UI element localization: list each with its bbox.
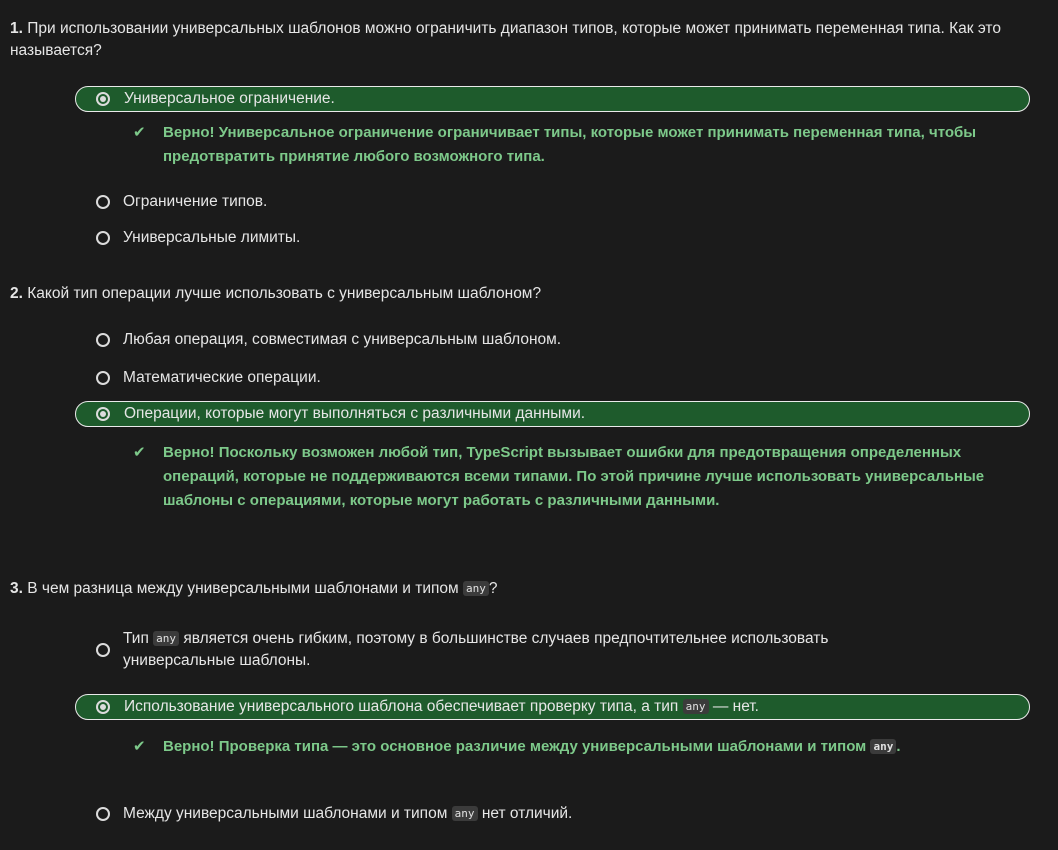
question-1-title: 1. При использовании универсальных шабло… xyxy=(10,18,1056,62)
radio-selected-icon[interactable] xyxy=(96,407,110,421)
question-3-text: В чем разница между универсальными шабло… xyxy=(27,580,463,597)
q3-option-1-label: Тип any является очень гибким, поэтому в… xyxy=(123,628,903,672)
radio-icon[interactable] xyxy=(96,807,110,821)
radio-icon[interactable] xyxy=(96,371,110,385)
radio-icon[interactable] xyxy=(96,195,110,209)
q3-option-2-text-a: Использование универсального шаблона обе… xyxy=(124,698,683,715)
code-any: any xyxy=(153,631,180,646)
q3-feedback-text: Верно! Проверка типа — это основное разл… xyxy=(133,735,1013,759)
question-2-text: Какой тип операции лучше использовать с … xyxy=(27,285,542,302)
q3-option-2[interactable]: Использование универсального шаблона обе… xyxy=(75,694,1030,720)
q1-option-2-label: Ограничение типов. xyxy=(123,193,268,210)
code-any: any xyxy=(462,581,489,596)
question-3-number: 3. xyxy=(10,580,23,597)
q1-option-1[interactable]: Универсальное ограничение. xyxy=(75,86,1030,112)
radio-icon[interactable] xyxy=(96,333,110,347)
q1-option-3[interactable]: Универсальные лимиты. xyxy=(75,225,1025,251)
code-any: any xyxy=(870,739,897,754)
q3-feedback-text-b: . xyxy=(896,738,901,755)
q2-option-3-label: Операции, которые могут выполняться с ра… xyxy=(124,405,586,422)
checkmark-icon: ✔ xyxy=(133,124,146,141)
radio-icon[interactable] xyxy=(96,231,110,245)
q3-option-3-text-b: нет отличий. xyxy=(477,805,573,822)
q3-option-3-text-a: Между универсальными шаблонами и типом xyxy=(123,805,452,822)
q2-option-2[interactable]: Математические операции. xyxy=(75,365,1025,391)
checkmark-icon: ✔ xyxy=(133,738,146,755)
q1-feedback: ✔ Верно! Универсальное ограничение огран… xyxy=(133,121,1013,169)
question-2-title: 2. Какой тип операции лучше использовать… xyxy=(10,283,1056,305)
question-3-mark: ? xyxy=(488,580,498,597)
q2-option-1-label: Любая операция, совместимая с универсаль… xyxy=(123,331,562,348)
q2-feedback: ✔ Верно! Поскольку возможен любой тип, T… xyxy=(133,441,1013,513)
code-any: any xyxy=(451,806,478,821)
q3-feedback: ✔ Верно! Проверка типа — это основное ра… xyxy=(133,735,1013,759)
q2-option-1[interactable]: Любая операция, совместимая с универсаль… xyxy=(75,327,1025,353)
checkmark-icon: ✔ xyxy=(133,444,146,461)
question-1-text: При использовании универсальных шаблонов… xyxy=(10,20,1001,59)
q2-option-3[interactable]: Операции, которые могут выполняться с ра… xyxy=(75,401,1030,427)
quiz-container: 1. При использовании универсальных шабло… xyxy=(0,0,1058,850)
q3-option-1[interactable]: Тип any является очень гибким, поэтому в… xyxy=(75,626,1025,674)
question-3-title: 3. В чем разница между универсальными ша… xyxy=(10,578,1056,600)
q3-option-3-label: Между универсальными шаблонами и типом a… xyxy=(123,803,572,825)
radio-icon[interactable] xyxy=(96,643,110,657)
q1-feedback-text: Верно! Универсальное ограничение огранич… xyxy=(163,124,977,165)
radio-selected-icon[interactable] xyxy=(96,700,110,714)
question-2-number: 2. xyxy=(10,285,23,302)
code-any: any xyxy=(682,699,709,714)
q1-option-2[interactable]: Ограничение типов. xyxy=(75,189,1025,215)
q1-option-1-label: Универсальное ограничение. xyxy=(124,90,335,107)
q3-option-1-text-b: является очень гибким, поэтому в большин… xyxy=(123,630,829,669)
radio-selected-icon[interactable] xyxy=(96,92,110,106)
q3-feedback-text-a: Верно! Проверка типа — это основное разл… xyxy=(163,738,871,755)
q2-option-2-label: Математические операции. xyxy=(123,369,321,386)
q3-option-2-text-b: — нет. xyxy=(708,698,759,715)
q3-option-2-label: Использование универсального шаблона обе… xyxy=(124,696,759,718)
q3-option-3[interactable]: Между универсальными шаблонами и типом a… xyxy=(75,801,1025,827)
q2-feedback-text: Верно! Поскольку возможен любой тип, Typ… xyxy=(163,444,985,509)
q3-option-1-text-a: Тип xyxy=(123,630,154,647)
question-1-number: 1. xyxy=(10,20,23,37)
q1-option-3-label: Универсальные лимиты. xyxy=(123,229,301,246)
